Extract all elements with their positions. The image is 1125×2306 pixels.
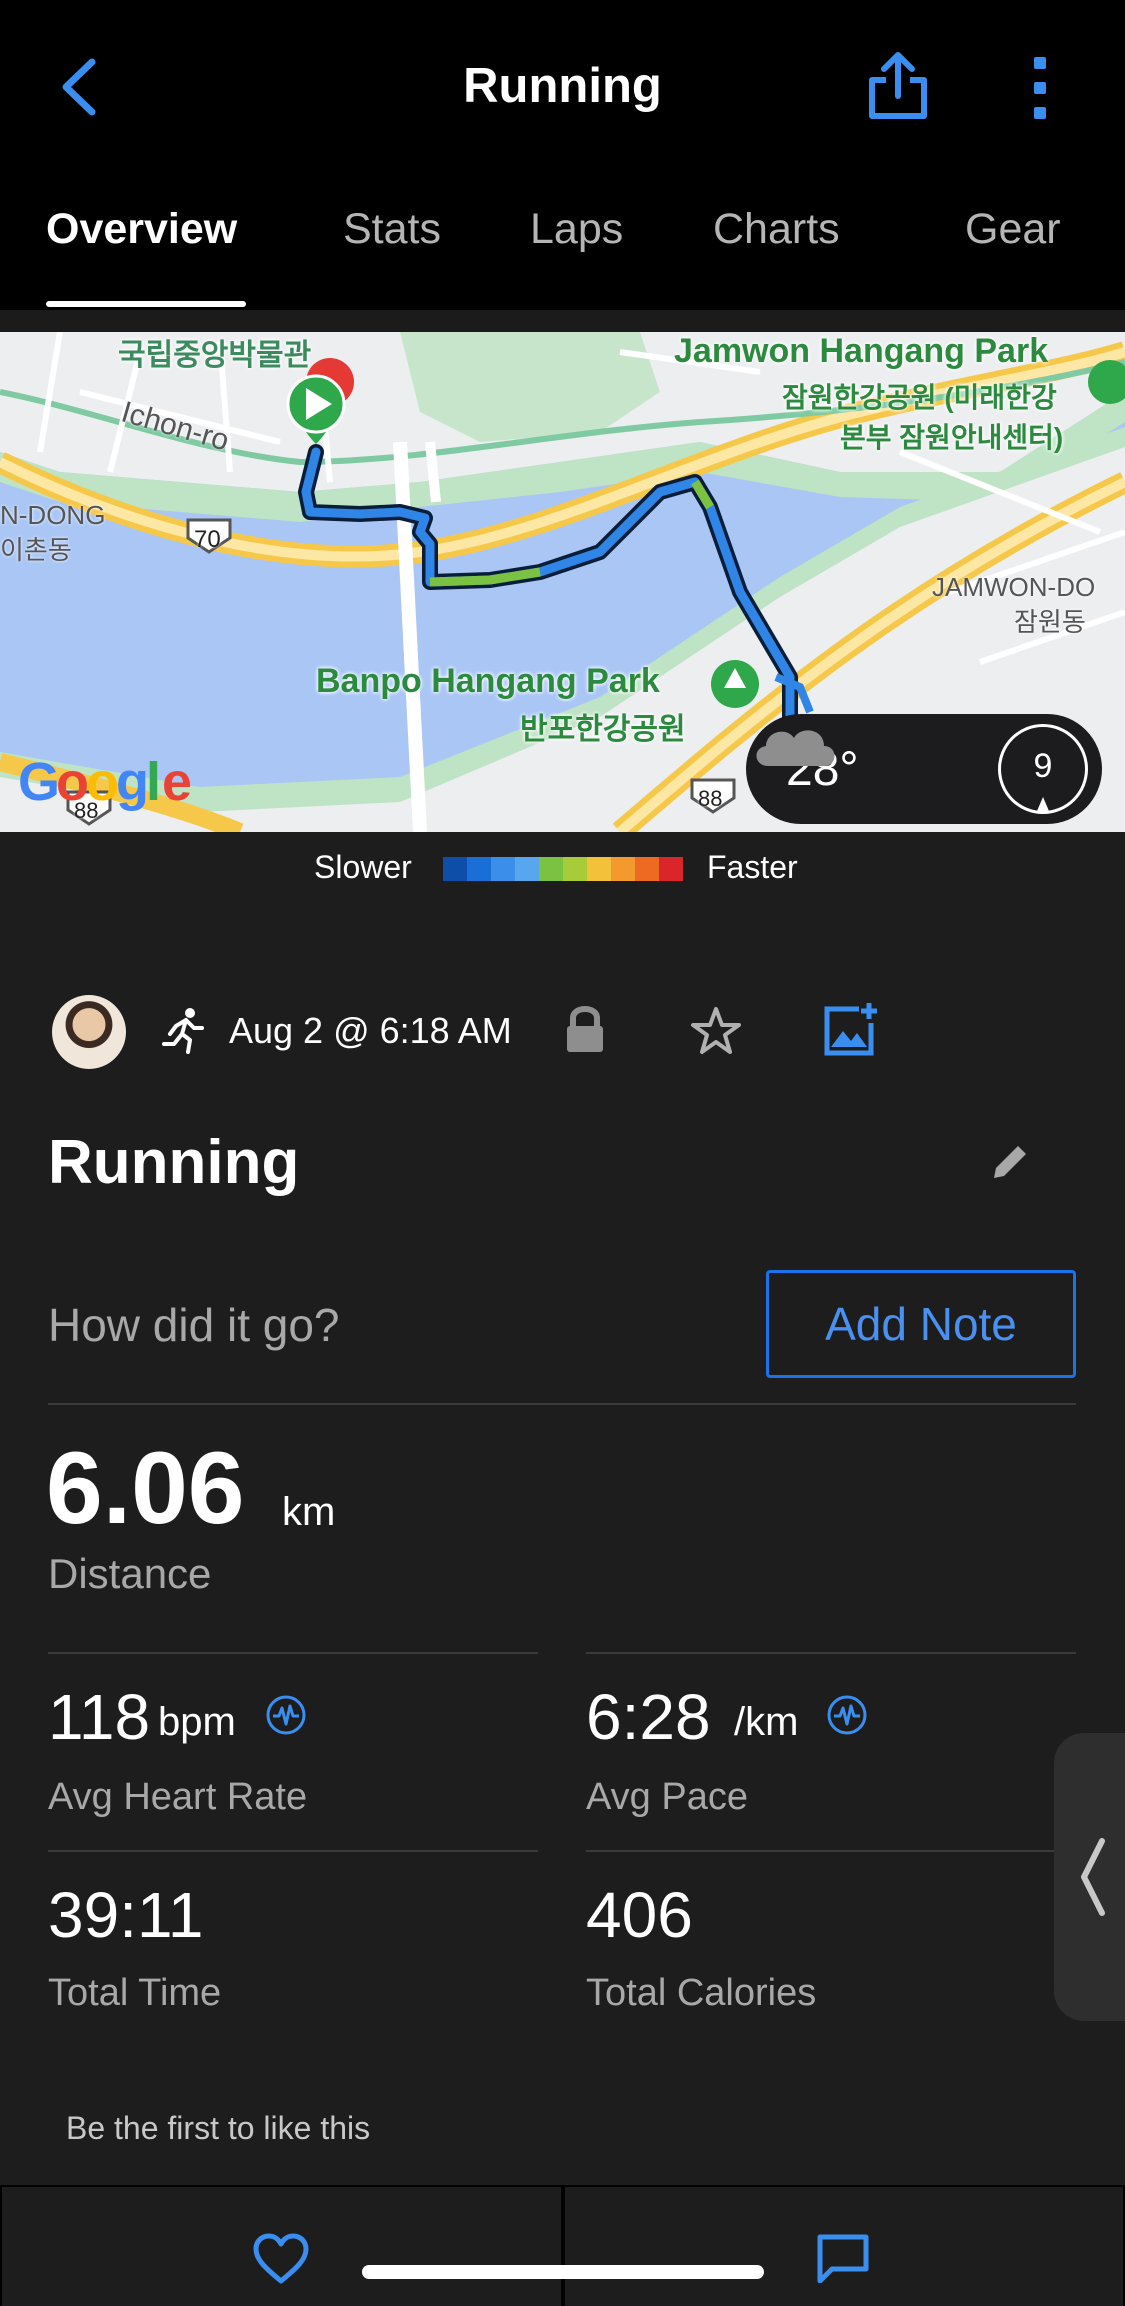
- pace-color-swatch: [443, 857, 467, 881]
- pace-color-swatch: [539, 857, 563, 881]
- tab-stats[interactable]: Stats: [343, 205, 441, 254]
- map-label-chon-dong: 이촌동: [0, 535, 72, 565]
- add-photo-icon[interactable]: [823, 1001, 879, 1057]
- heart-rate-value: 118: [48, 1681, 151, 1753]
- divider: [586, 1850, 1076, 1852]
- page-title: Running: [463, 59, 662, 113]
- calories-value: 406: [586, 1879, 693, 1951]
- heart-rate-label: Avg Heart Rate: [48, 1776, 308, 1818]
- activity-date: Aug 2 @ 6:18 AM: [229, 1010, 512, 1051]
- tab-bar: Overview Stats Laps Charts Gear: [0, 175, 1125, 310]
- pace-color-swatch: [467, 857, 491, 881]
- map-label-n-dong: N-DONG: [0, 500, 106, 530]
- likes-summary: Be the first to like this: [66, 2110, 371, 2146]
- lock-icon[interactable]: [563, 1004, 607, 1054]
- wind-compass: 9: [998, 724, 1088, 814]
- pace-color-swatch: [563, 857, 587, 881]
- header: Running: [0, 0, 1125, 175]
- legend-faster-label: Faster: [707, 849, 798, 885]
- tab-overview[interactable]: Overview: [46, 205, 237, 254]
- add-note-button[interactable]: Add Note: [766, 1270, 1076, 1378]
- tab-gear[interactable]: Gear: [965, 205, 1061, 254]
- compass-arrow-icon: [1037, 797, 1049, 811]
- distance-unit: km: [282, 1490, 336, 1534]
- map-label-banpo-park: Banpo Hangang Park: [316, 662, 660, 700]
- svg-text:g: g: [116, 752, 148, 812]
- activity-title: Running: [48, 1128, 300, 1197]
- total-time-label: Total Time: [48, 1972, 222, 2014]
- note-prompt: How did it go?: [48, 1299, 340, 1351]
- pace-color-scale: [443, 857, 683, 881]
- pace-value: 6:28: [586, 1681, 711, 1753]
- more-vertical-icon: [1034, 57, 1046, 119]
- map-label-jamwon-dong: JAMWON-DO: [932, 572, 1096, 602]
- map-label-jamwon-park-kr2: 본부 잠원안내센터): [840, 422, 1064, 453]
- share-button[interactable]: [866, 50, 930, 120]
- pace-color-swatch: [515, 857, 539, 881]
- heart-rate-unit: bpm: [158, 1700, 236, 1744]
- divider-bar: [0, 310, 1125, 332]
- home-indicator[interactable]: [362, 2265, 764, 2279]
- map-label-jamwon-park: Jamwon Hangang Park: [674, 332, 1049, 370]
- pace-color-swatch: [587, 857, 611, 881]
- tab-laps[interactable]: Laps: [530, 205, 623, 254]
- running-icon: [162, 1008, 204, 1054]
- distance-label: Distance: [48, 1550, 212, 1597]
- legend-slower-label: Slower: [314, 849, 412, 885]
- heart-rate-zone-icon[interactable]: [265, 1694, 307, 1736]
- map-label-banpo-park-kr: 반포한강공원: [520, 713, 686, 746]
- pace-label: Avg Pace: [586, 1776, 748, 1818]
- pace-unit: /km: [734, 1700, 799, 1744]
- divider: [586, 1652, 1076, 1654]
- svg-text:o: o: [86, 752, 118, 812]
- route-shield-70: 70: [194, 526, 221, 553]
- map-label-jamwon-park-kr1: 잠원한강공원 (미래한강: [782, 382, 1057, 413]
- pace-color-swatch: [635, 857, 659, 881]
- bar-border: [0, 2187, 2, 2306]
- avatar[interactable]: [52, 995, 126, 1069]
- pace-zone-icon[interactable]: [826, 1694, 868, 1736]
- divider: [48, 1403, 1076, 1405]
- weather-widget: 28° 9: [746, 714, 1102, 824]
- activity-details: Aug 2 @ 6:18 AM Running How did it go? A…: [0, 910, 1125, 2306]
- svg-text:G: G: [18, 752, 59, 812]
- tab-charts[interactable]: Charts: [713, 205, 840, 254]
- share-icon: [869, 52, 927, 119]
- svg-text:o: o: [56, 752, 88, 812]
- pace-color-swatch: [659, 857, 683, 881]
- comment-icon[interactable]: [816, 2233, 870, 2283]
- social-action-bar: [0, 2185, 1125, 2306]
- divider: [48, 1850, 538, 1852]
- more-button[interactable]: [1020, 55, 1060, 121]
- bar-separator: [561, 2187, 565, 2306]
- calories-label: Total Calories: [586, 1972, 817, 2014]
- svg-text:e: e: [162, 752, 191, 812]
- route-shield-88-east: 88: [698, 786, 723, 811]
- total-time-value: 39:11: [48, 1879, 204, 1951]
- chevron-left-icon: [1081, 1838, 1105, 1916]
- pace-legend: Slower Faster: [0, 832, 1125, 910]
- route-map[interactable]: 국립중앙박물관 Ichon-ro N-DONG 이촌동 Jamwon Hanga…: [0, 332, 1125, 832]
- pencil-icon[interactable]: [990, 1140, 1032, 1182]
- svg-text:l: l: [146, 752, 160, 812]
- divider: [48, 1652, 538, 1654]
- map-label-museum: 국립중앙박물관: [118, 339, 312, 372]
- heart-icon[interactable]: [252, 2233, 310, 2285]
- distance-value: 6.06: [46, 1431, 245, 1545]
- cloud-icon: [756, 730, 835, 766]
- pace-color-swatch: [491, 857, 515, 881]
- star-icon[interactable]: [690, 1006, 742, 1056]
- tab-underline: [46, 301, 246, 307]
- pace-color-swatch: [611, 857, 635, 881]
- map-label-jamwon-dong-kr: 잠원동: [1014, 607, 1086, 637]
- side-panel-handle[interactable]: [1054, 1733, 1125, 2021]
